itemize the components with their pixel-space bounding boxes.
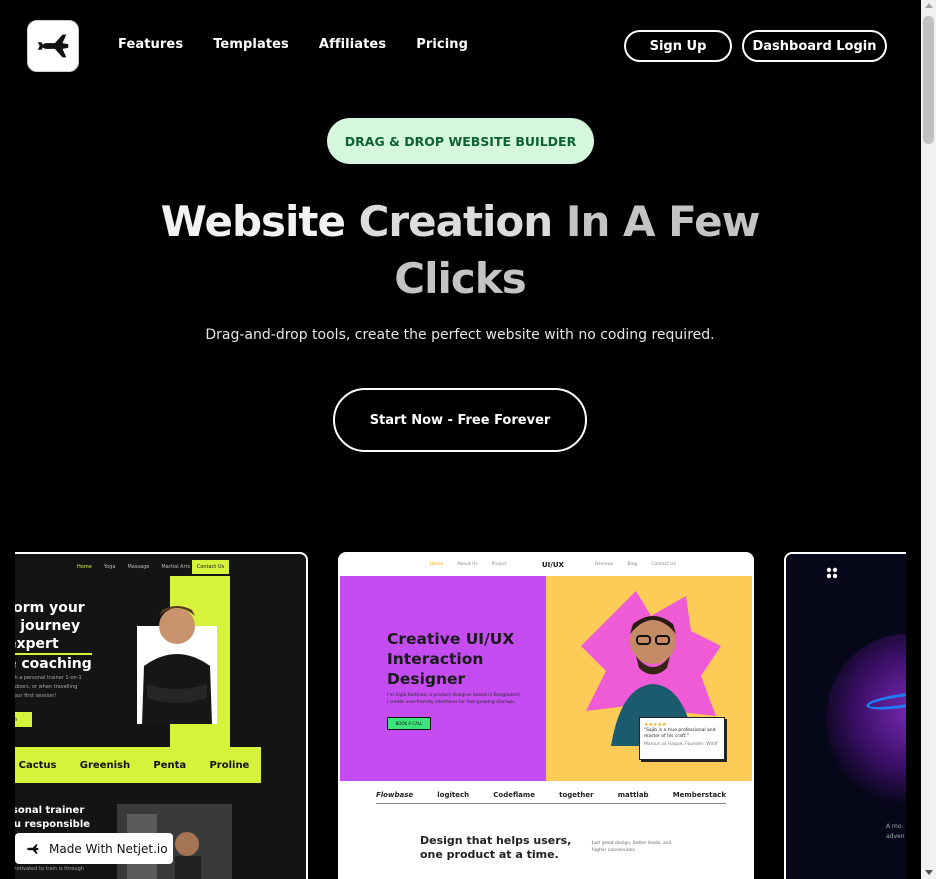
carousel-edge-left xyxy=(0,552,15,879)
template-card-fitness[interactable]: Home Yoga Massage Martial Arts Contact U… xyxy=(0,552,308,879)
card1-nav-item: Massage xyxy=(127,564,150,570)
jet-plane-icon xyxy=(37,34,69,58)
card1-nav: Home Yoga Massage Martial Arts xyxy=(77,564,190,570)
card2-nav-left: Home About Us Project xyxy=(430,562,507,567)
card2-bottom-text-line: Just great design, better leads, and xyxy=(592,841,672,846)
card1-nav-item: Home xyxy=(77,564,92,570)
card1-bottom-text: p motivated to train is through xyxy=(7,866,84,872)
card1-headline-line: e coaching xyxy=(7,656,92,672)
logo-together: together xyxy=(559,790,594,799)
scroll-up-arrow-icon[interactable] xyxy=(925,3,933,8)
card2-headline-line: Creative UI/UX xyxy=(387,630,515,648)
hero-title: Website Creation In A Few Clicks xyxy=(150,193,770,307)
sign-up-button[interactable]: Sign Up xyxy=(624,30,732,62)
dashboard-login-button[interactable]: Dashboard Login xyxy=(742,30,887,62)
card1-trainer-image xyxy=(137,606,217,724)
card2-logo-row: Flowbase logitech Codeflame together mat… xyxy=(376,786,726,804)
start-now-button[interactable]: Start Now - Free Forever xyxy=(333,388,587,452)
card2-headline-line: Interaction xyxy=(387,650,484,668)
hero-title-part2: Creation xyxy=(358,197,566,246)
jet-plane-icon xyxy=(26,843,39,854)
template-card-space[interactable]: A mo adven xyxy=(784,552,924,879)
card1-headline-line: form your xyxy=(7,600,85,616)
card2-nav-item: Home xyxy=(430,562,444,567)
scroll-down-arrow-icon[interactable] xyxy=(925,870,933,875)
card1-description-line: ll your first session! xyxy=(7,693,57,699)
card2-nav-item: Contact Us xyxy=(651,562,676,567)
logo-penta: Penta xyxy=(153,759,187,771)
card1-bottom-heading: rsonal trainer ou responsible xyxy=(7,804,90,832)
card1-logo-bar: Cactus Greenish Penta Proline xyxy=(7,747,261,783)
card1-nav-item: Yoga xyxy=(103,564,116,570)
hero-subtitle: Drag-and-drop tools, create the perfect … xyxy=(205,327,715,343)
card1-description-line: with a personal trainer 1-on-1 xyxy=(7,675,82,681)
logo-cactus: Cactus xyxy=(18,759,57,771)
card1-headline-line: expert xyxy=(7,635,92,655)
logo-logitech: logitech xyxy=(437,790,470,799)
card1-description: with a personal trainer 1-on-1 , indoors… xyxy=(7,674,82,701)
card1-description-line: , indoors, or when travelling xyxy=(7,684,78,690)
logo-proline: Proline xyxy=(209,759,250,771)
hero-badge: DRAG & DROP WEBSITE BUILDER xyxy=(327,118,594,164)
card2-description: I'm Sajib Rahman, a product designer bas… xyxy=(387,692,522,706)
hero-title-part1: Website xyxy=(160,197,359,246)
card2-logo: UI/UX xyxy=(542,561,564,569)
brand-logo[interactable] xyxy=(27,20,79,72)
logo-greenish: Greenish xyxy=(79,759,131,771)
main-nav: Features Templates Affiliates Pricing xyxy=(118,37,498,52)
card1-contact-button: Contact Us xyxy=(192,560,229,574)
card2-nav-item: Reviews xyxy=(595,562,614,567)
nav-affiliates[interactable]: Affiliates xyxy=(319,37,386,52)
made-with-netjet-badge[interactable]: Made With Netjet.io xyxy=(15,833,173,864)
card2-bottom-text: Just great design, better leads, and hig… xyxy=(592,840,671,854)
grid-dots-icon xyxy=(826,567,838,579)
card2-nav-item: About Us xyxy=(457,562,478,567)
nav-templates[interactable]: Templates xyxy=(213,37,289,52)
card2-bottom-line: one product at a time. xyxy=(420,848,559,861)
carousel-edge-right xyxy=(906,552,921,879)
template-card-designer[interactable]: Home About Us Project UI/UX Reviews Blog… xyxy=(338,552,754,879)
card2-book-call-button: BOOK A CALL xyxy=(387,717,431,730)
card3-text-line: adven xyxy=(886,833,905,840)
card2-bottom-text-line: higher conversions. xyxy=(592,848,637,853)
card1-headline-line: s journey xyxy=(7,618,81,634)
card1-nav-item: Martial Arts xyxy=(161,564,191,570)
card2-bottom-heading: Design that helps users, one product at … xyxy=(420,834,571,862)
card3-text-line: A mo xyxy=(886,823,902,830)
logo-flowbase: Flowbase xyxy=(376,790,414,799)
card2-headline-line: Designer xyxy=(387,670,466,688)
card2-review-line: master of his craft." xyxy=(644,734,689,739)
page-scrollbar[interactable] xyxy=(921,0,936,879)
nav-features[interactable]: Features xyxy=(118,37,183,52)
card2-nav-item: Project xyxy=(491,562,508,567)
logo-mattlab: mattlab xyxy=(617,790,649,799)
card2-review-author: Mamun al Haque, Founder, Wildf xyxy=(644,742,718,747)
logo-codeflame: Codeflame xyxy=(493,790,535,799)
card3-text: A mo adven xyxy=(886,822,905,842)
nav-pricing[interactable]: Pricing xyxy=(416,37,468,52)
card1-bottom-line: ou responsible xyxy=(7,819,91,830)
card2-review-card: ★★★★★ "Sajib is a true professional and … xyxy=(639,717,725,760)
card2-description-line: I'm Sajib Rahman, a product designer bas… xyxy=(387,693,522,698)
logo-memberstack: Memberstack xyxy=(672,790,726,799)
card2-bottom-line: Design that helps users, xyxy=(420,834,572,847)
made-with-label: Made With Netjet.io xyxy=(49,841,168,856)
card1-bottom-line: rsonal trainer xyxy=(7,805,85,816)
card2-nav-item: Blog xyxy=(627,562,638,567)
card2-description-line: I create user-friendly interfaces for fa… xyxy=(387,700,517,705)
card2-headline: Creative UI/UX Interaction Designer xyxy=(387,629,514,689)
card1-headline: form your s journey expert e coaching xyxy=(7,599,92,673)
scroll-thumb[interactable] xyxy=(923,16,934,144)
card2-nav-right: Reviews Blog Contact Us xyxy=(595,562,676,567)
